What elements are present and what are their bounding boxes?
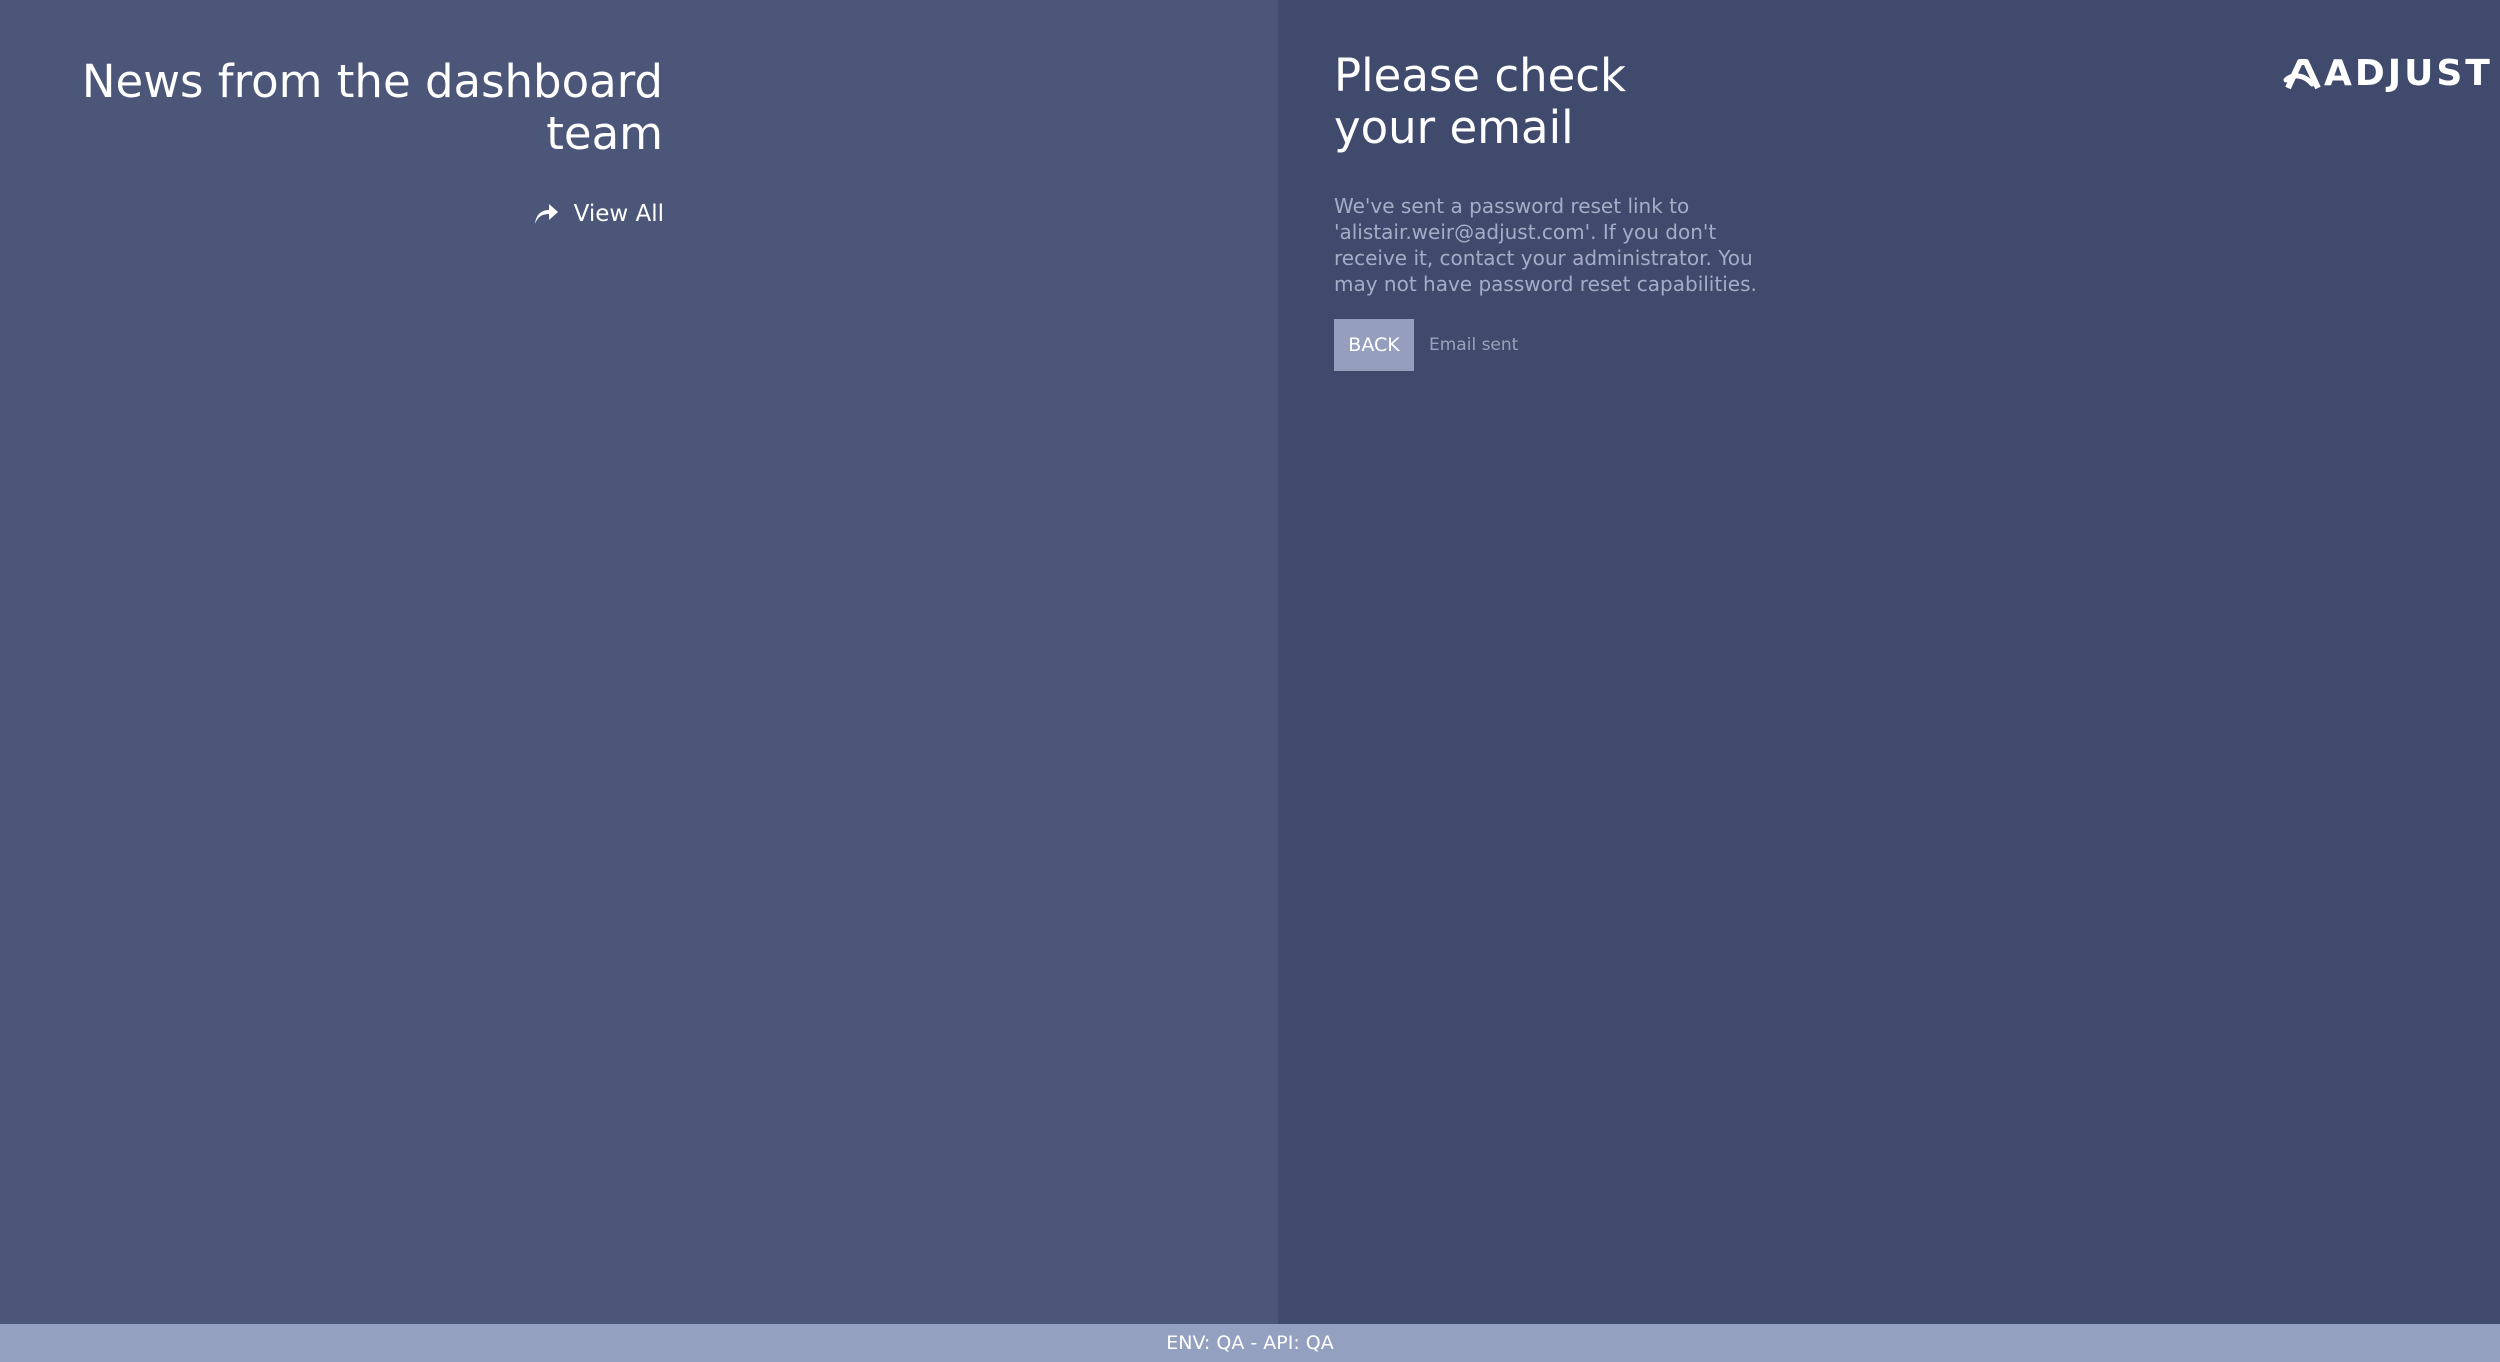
view-all-label: View All: [573, 201, 664, 227]
news-title: News from the dashboard team: [81, 55, 663, 160]
reset-actions: BACK Email sent: [1334, 319, 1518, 371]
adjust-logo: ADJUST: [2282, 56, 2493, 92]
page: News from the dashboard team View All Pl…: [0, 0, 2500, 1362]
status-text: Email sent: [1429, 335, 1519, 355]
news-panel: News from the dashboard team View All: [0, 0, 1278, 1324]
share-arrow-icon: [532, 200, 560, 228]
page-title: Please check your email: [1334, 49, 1627, 154]
reset-message: We've sent a password reset link to 'ali…: [1334, 194, 1757, 296]
environment-footer: ENV: QA - API: QA: [0, 1324, 2500, 1362]
logo-wordmark: ADJUST: [2324, 53, 2493, 94]
view-all-link[interactable]: View All: [532, 200, 664, 228]
back-button[interactable]: BACK: [1334, 319, 1414, 371]
adjust-logo-mark-icon: [2282, 56, 2322, 92]
